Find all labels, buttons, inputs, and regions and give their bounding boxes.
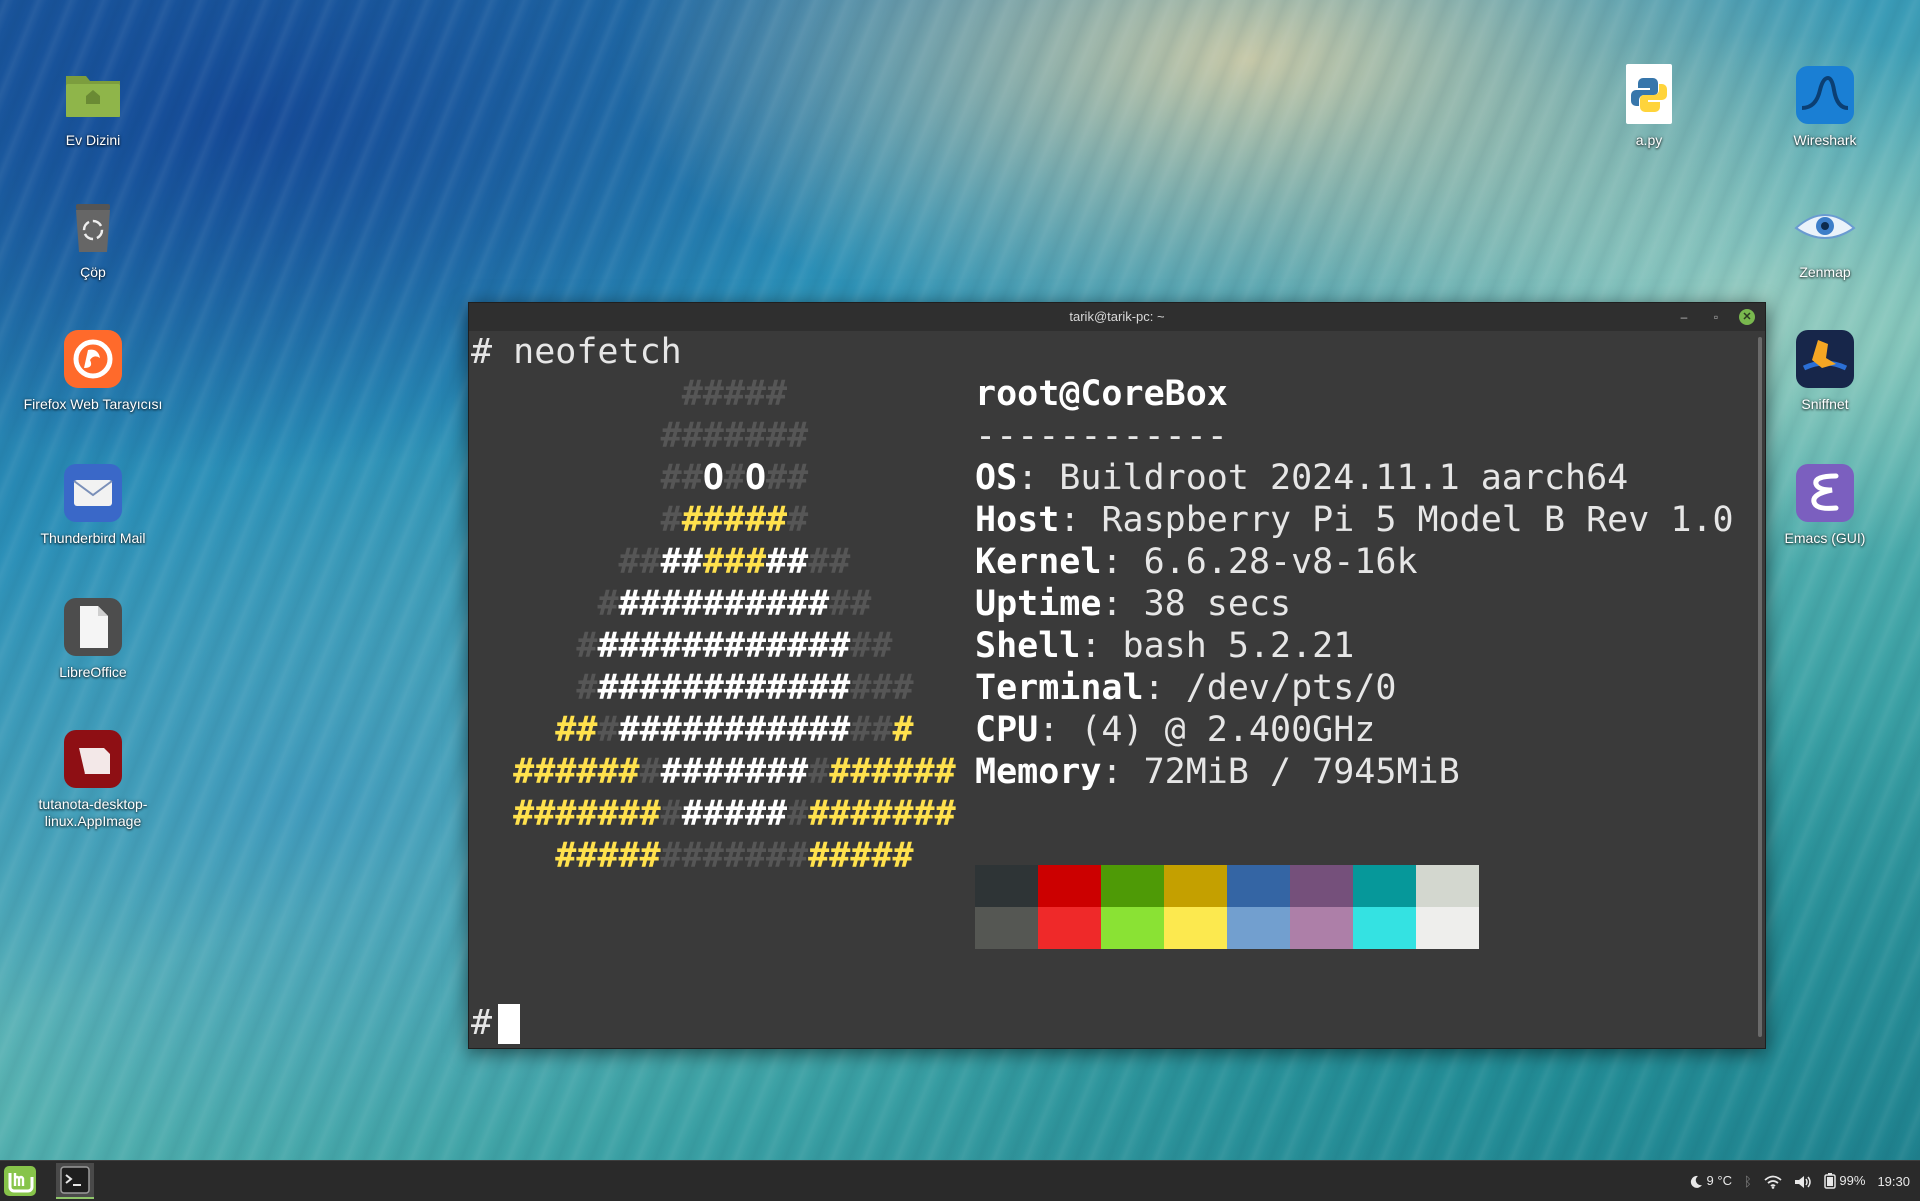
taskbar: 9 °C ᛒ 99% 19:30 [0,1160,1920,1201]
info-value: : /dev/pts/0 [1143,668,1397,708]
palette-swatch [1353,865,1416,907]
desktop-icon-label: Firefox Web Tarayıcısı [23,396,163,412]
terminal-icon [60,1166,90,1194]
info-key: CPU [975,710,1039,750]
desktop-icon-trash[interactable]: Çöp [18,196,168,281]
desktop-icon-label: Zenmap [1799,264,1851,280]
desktop-icon-firefox[interactable]: Firefox Web Tarayıcısı [18,328,168,413]
palette-swatch [1164,907,1227,949]
desktop-icon-label: a.py [1635,132,1663,148]
palette-swatch [1227,865,1290,907]
palette-swatch [1290,907,1353,949]
desktop-icon-emacs[interactable]: Emacs (GUI) [1750,462,1900,547]
user-host: root@CoreBox [975,374,1228,414]
desktop-icon-label: Çöp [80,264,106,280]
wireshark-icon [1794,64,1856,126]
weather-temp: 9 °C [1706,1173,1732,1189]
info-separator: ------------ [975,416,1228,456]
desktop-icon-thunderbird[interactable]: Thunderbird Mail [18,462,168,547]
info-key: Memory [975,752,1102,792]
tutanota-icon [62,728,124,790]
color-palette [975,865,1479,949]
text-cursor [498,1004,521,1044]
firefox-icon [62,328,124,390]
info-key: Terminal [975,668,1144,708]
palette-swatch [1416,865,1479,907]
sniffnet-icon [1794,328,1856,390]
libreoffice-icon [62,596,124,658]
terminal-body[interactable]: # neofetch ##### ####### ##O#O## #######… [469,331,1765,1048]
mint-menu-button[interactable] [3,1165,37,1197]
info-value: : Buildroot 2024.11.1 aarch64 [1017,458,1629,498]
desktop-icon-label: Ev Dizini [65,132,121,148]
info-value: : 6.6.28-v8-16k [1101,542,1418,582]
info-key: Uptime [975,584,1102,624]
emacs-icon [1794,462,1856,524]
info-key: Shell [975,626,1081,666]
zenmap-icon [1794,196,1856,258]
desktop-icon-label: Emacs (GUI) [1784,530,1866,546]
desktop-icon-label: Sniffnet [1801,396,1849,412]
window-titlebar[interactable]: tarik@tarik-pc: ~ – ▫ ✕ [469,303,1765,331]
battery-applet[interactable]: 99% [1824,1172,1866,1190]
prompt-line[interactable]: # [471,1002,521,1044]
trash-icon [62,196,124,258]
minimize-button[interactable]: – [1675,308,1693,326]
palette-swatch [1416,907,1479,949]
folder-home-icon [62,64,124,126]
moon-icon [1690,1175,1702,1188]
linux-mint-icon [4,1166,36,1196]
command-line: # neofetch [471,332,682,372]
prompt-symbol: # [471,1003,493,1043]
palette-swatch [1164,865,1227,907]
palette-swatch [1353,907,1416,949]
taskbar-terminal-button[interactable] [56,1163,94,1199]
desktop-icon-apy[interactable]: a.py [1574,64,1724,149]
close-button[interactable]: ✕ [1739,309,1755,325]
desktop-icon-zenmap[interactable]: Zenmap [1750,196,1900,281]
battery-percent: 99% [1839,1172,1866,1188]
battery-icon [1824,1173,1836,1190]
palette-swatch [1038,865,1101,907]
clock[interactable]: 19:30 [1877,1174,1910,1189]
desktop-icon-libreoffice[interactable]: LibreOffice [18,596,168,681]
maximize-button[interactable]: ▫ [1707,308,1725,326]
thunderbird-icon [62,462,124,524]
desktop: Ev Dizini Çöp Firefox Web Tarayıcısı Thu… [0,0,1920,1160]
info-value: : (4) @ 2.400GHz [1038,710,1376,750]
wifi-icon[interactable] [1764,1173,1782,1189]
info-value: : 72MiB / 7945MiB [1101,752,1460,792]
desktop-icon-home[interactable]: Ev Dizini [18,64,168,149]
desktop-icon-label: tutanota-desktop-linux.AppImage [38,796,148,829]
desktop-icon-label: Thunderbird Mail [40,530,146,546]
desktop-icon-sniffnet[interactable]: Sniffnet [1750,328,1900,413]
info-key: Kernel [975,542,1102,582]
python-file-icon [1618,64,1680,126]
desktop-icon-label: Wireshark [1793,132,1857,148]
terminal-scrollbar[interactable] [1758,337,1762,1037]
bluetooth-icon[interactable]: ᛒ [1744,1174,1752,1189]
desktop-icon-label: LibreOffice [59,664,127,680]
info-value: : 38 secs [1101,584,1292,624]
window-title: tarik@tarik-pc: ~ [1069,309,1165,324]
palette-swatch [975,865,1038,907]
palette-swatch [975,907,1038,949]
desktop-icon-tutanota[interactable]: tutanota-desktop-linux.AppImage [18,728,168,830]
ascii-logo: ##### ####### ##O#O## ####### ##########… [513,374,956,876]
terminal-window[interactable]: tarik@tarik-pc: ~ – ▫ ✕ # neofetch #####… [468,302,1766,1049]
palette-swatch [1101,907,1164,949]
palette-swatch [1227,907,1290,949]
info-key: Host [975,500,1060,540]
palette-swatch [1101,865,1164,907]
system-tray: 9 °C ᛒ 99% 19:30 [1689,1161,1910,1201]
info-value: : bash 5.2.21 [1080,626,1355,666]
volume-icon[interactable] [1794,1173,1812,1189]
desktop-icon-wireshark[interactable]: Wireshark [1750,64,1900,149]
palette-swatch [1038,907,1101,949]
palette-swatch [1290,865,1353,907]
weather-applet[interactable]: 9 °C [1689,1173,1732,1189]
info-key: OS [975,458,1018,498]
info-value: : Raspberry Pi 5 Model B Rev 1.0 [1059,500,1734,540]
